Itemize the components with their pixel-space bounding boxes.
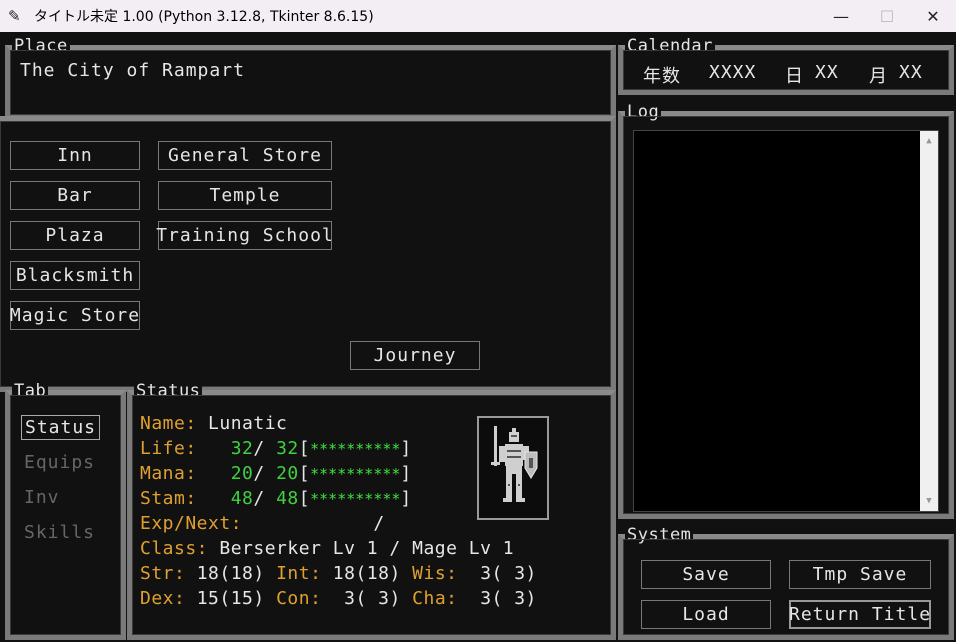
log-textbox[interactable]: ▲ ▼ [633,130,939,512]
tab-status[interactable]: Status [21,415,101,440]
plaza-button[interactable]: Plaza [10,221,140,250]
tmp-save-button[interactable]: Tmp Save [789,560,931,589]
magic-store-button[interactable]: Magic Store [10,301,140,330]
stam-bar: ********** [310,490,401,508]
calendar-panel-label: Calendar [625,36,715,56]
app-body: Place The City of Rampart Inn Bar Plaza … [0,32,956,642]
tab-panel: Tab Status Equips Inv Skills [5,381,126,640]
general-store-button[interactable]: General Store [158,141,332,170]
log-panel: Log ▲ ▼ [618,102,954,519]
status-attr-row-1: Str: 18(18) Int: 18(18) Wis: 3( 3) [140,563,537,584]
system-panel-label: System [625,525,694,545]
inn-button[interactable]: Inn [10,141,140,170]
knight-icon [491,426,538,502]
log-panel-label: Log [625,102,662,122]
close-button[interactable]: ✕ [910,0,956,32]
locations-panel: Inn Bar Plaza Blacksmith Magic Store Gen… [0,116,616,392]
journey-button[interactable]: Journey [350,341,480,370]
log-scrollbar[interactable]: ▲ ▼ [920,131,938,511]
status-mana-row: Mana: 20/ 20[**********] [140,463,412,484]
temple-button[interactable]: Temple [158,181,332,210]
window-title: タイトル未定 1.00 (Python 3.12.8, Tkinter 8.6.… [34,9,374,25]
character-portrait [477,416,549,520]
calendar-day: XX [815,62,839,83]
character-name: Lunatic [208,413,288,434]
place-panel-label: Place [12,36,70,56]
system-panel: System Save Tmp Save Load Return Title [618,525,954,640]
blacksmith-button[interactable]: Blacksmith [10,261,140,290]
calendar-panel: Calendar 年数 XXXX 日 XX 月 XX [618,36,954,95]
training-school-button[interactable]: Training School [156,221,333,250]
tab-panel-label: Tab [12,381,49,401]
status-stam-row: Stam: 48/ 48[**********] [140,488,412,509]
window-controls: — ☐ ✕ [818,0,956,32]
minimize-button[interactable]: — [818,0,864,32]
place-name: The City of Rampart [20,60,245,81]
status-panel-label: Status [134,381,203,401]
status-attr-row-2: Dex: 15(15) Con: 3( 3) Cha: 3( 3) [140,588,537,609]
maximize-button[interactable]: ☐ [864,0,910,32]
status-panel: Status Name: Lunatic Life: 32/ 32[******… [127,381,616,640]
calendar-year: XXXX [709,62,757,83]
mana-bar: ********** [310,465,401,483]
status-exp-row: Exp/Next: / [140,513,385,534]
status-life-row: Life: 32/ 32[**********] [140,438,412,459]
status-name-row: Name: Lunatic [140,413,288,434]
feather-icon: ✎ [8,7,21,25]
calendar-month: XX [899,62,923,83]
status-class-row: Class: Berserker Lv 1 / Mage Lv 1 [140,538,515,559]
bar-button[interactable]: Bar [10,181,140,210]
scroll-up-icon[interactable]: ▲ [920,133,938,149]
window-titlebar: ✎ タイトル未定 1.00 (Python 3.12.8, Tkinter 8.… [0,0,956,32]
tab-inv[interactable]: Inv [24,487,60,508]
tab-equips[interactable]: Equips [24,452,95,473]
life-bar: ********** [310,440,401,458]
save-button[interactable]: Save [641,560,771,589]
load-button[interactable]: Load [641,600,771,629]
scroll-down-icon[interactable]: ▼ [920,493,938,509]
return-title-button[interactable]: Return Title [789,600,931,629]
place-panel: Place The City of Rampart [5,36,616,120]
tab-skills[interactable]: Skills [24,522,95,543]
